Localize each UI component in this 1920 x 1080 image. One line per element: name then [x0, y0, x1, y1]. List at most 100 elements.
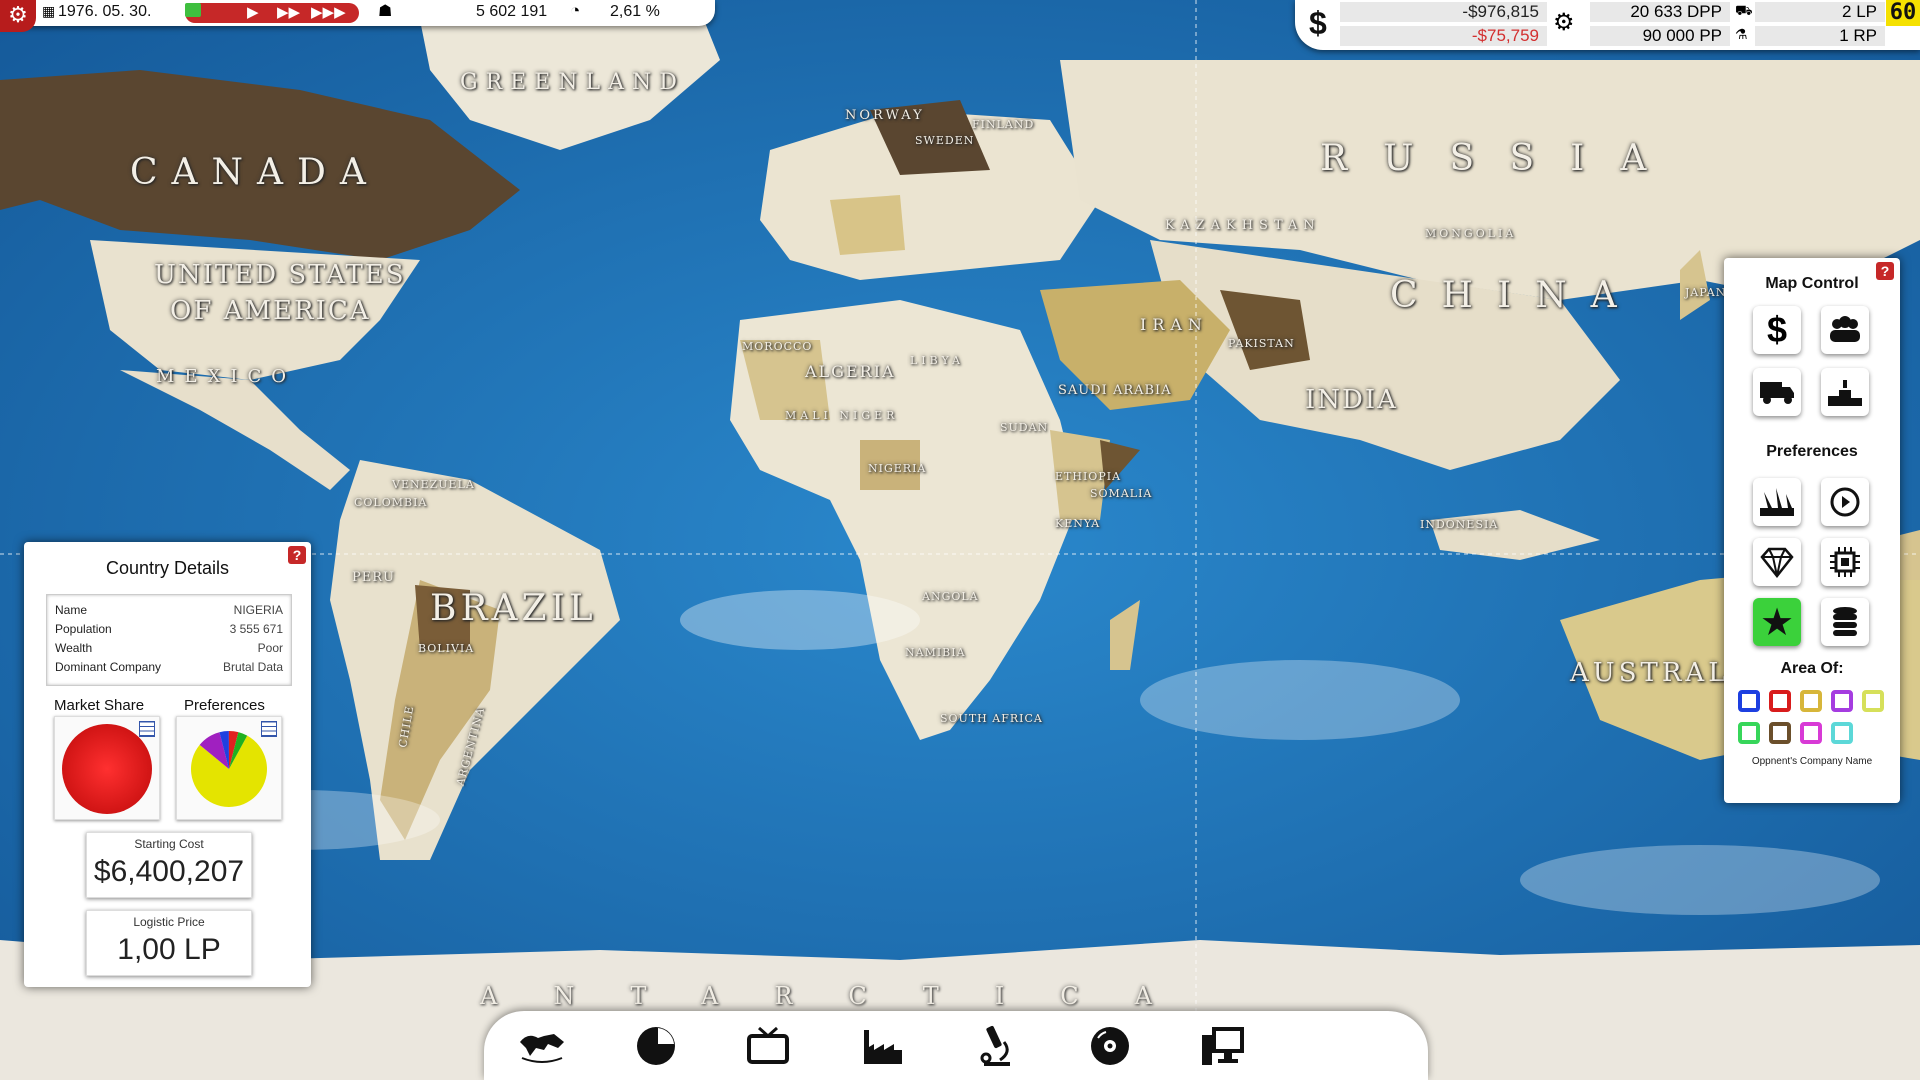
company-swatch[interactable] [1831, 690, 1853, 712]
label-nigeria: NIGERIA [868, 462, 927, 475]
detail-row: Wealth Poor [55, 641, 283, 655]
starting-cost-box: Starting Cost $6,400,207 [86, 832, 252, 898]
market-share-chart[interactable] [54, 716, 160, 820]
bottom-nav-bar [484, 1011, 1428, 1080]
fast-forward-icon[interactable]: ▶▶ [277, 3, 300, 23]
podium-icon [1828, 380, 1862, 406]
company-swatch[interactable] [1800, 690, 1822, 712]
production-button[interactable] [856, 1021, 908, 1071]
tools-pref-button[interactable] [1753, 478, 1801, 526]
market-share-label: Market Share [54, 697, 145, 714]
help-icon[interactable]: ? [288, 546, 306, 564]
details-table: Name NIGERIA Population 3 555 671 Wealth Po… [46, 594, 292, 686]
calendar-icon: ▦ [42, 3, 56, 19]
truck-icon [1760, 382, 1794, 404]
population-stat: 5 602 191 [476, 3, 548, 20]
company-swatch[interactable] [1800, 722, 1822, 744]
fastest-forward-icon[interactable]: ▶▶▶ [311, 3, 346, 23]
pie-chart-icon [637, 1027, 675, 1065]
label-somalia: SOMALIA [1090, 487, 1153, 500]
statistics-button[interactable] [630, 1021, 682, 1071]
releases-button[interactable] [1084, 1021, 1136, 1071]
company-swatch[interactable] [1769, 722, 1791, 744]
label-bolivia: BOLIVIA [418, 642, 475, 655]
world-map-button[interactable] [516, 1021, 568, 1071]
company-swatch[interactable] [1738, 690, 1760, 712]
research-button[interactable] [970, 1021, 1022, 1071]
label-finland: FINLAND [972, 118, 1035, 131]
top-status-bar: ⚙ ▦ 1976. 05. 30. ▶ ▶▶ ▶▶▶ ☗ 5 602 191 ◔… [0, 0, 715, 32]
products-button[interactable] [1196, 1021, 1248, 1071]
globe-icon [520, 1034, 564, 1063]
dollar-map-button[interactable]: $ [1753, 306, 1801, 354]
company-swatch[interactable] [1769, 690, 1791, 712]
preferences-title: Preferences [1766, 443, 1858, 460]
population-icon: ☗ [378, 3, 393, 20]
pause-icon[interactable] [185, 3, 201, 17]
label-angola: ANGOLA [922, 590, 979, 603]
dollar-icon: $ [1309, 5, 1327, 41]
ranking-map-button[interactable] [1821, 368, 1869, 416]
detail-row: Dominant Company Brutal Data [55, 660, 283, 674]
company-swatch[interactable] [1831, 722, 1853, 744]
label-colombia: COLOMBIA [354, 496, 428, 509]
microscope-icon: ⚗ [1735, 26, 1748, 42]
database-icon [1833, 607, 1857, 636]
computer-icon [1202, 1027, 1244, 1065]
label-kenya: KENYA [1055, 517, 1101, 530]
label-sudan: SUDAN [1000, 421, 1049, 434]
label-japan: JAPAN [1685, 286, 1727, 299]
label-peru: PERU [352, 570, 395, 585]
clock-icon: ◔ [570, 1, 581, 20]
logistics-map-button[interactable] [1753, 368, 1801, 416]
label-libya: LIBYA [910, 354, 964, 367]
grid-icon[interactable] [139, 721, 155, 737]
company-swatch[interactable] [1862, 690, 1884, 712]
factory-icon [864, 1030, 902, 1064]
favorite-pref-button[interactable]: ★ [1753, 598, 1801, 646]
population-icon [1830, 316, 1860, 342]
settings-gear-icon[interactable]: ⚙ [0, 0, 36, 32]
dollar-icon: $ [1766, 309, 1788, 350]
storage-pref-button[interactable] [1821, 598, 1869, 646]
label-venezuela: VENEZUELA [392, 478, 475, 491]
star-icon: ★ [1759, 601, 1795, 644]
rp-value: 1 RP [1755, 26, 1885, 46]
preferences-chart[interactable] [176, 716, 282, 820]
balance-value: -$976,815 [1340, 2, 1547, 22]
opponent-label: Oppnent's Company Name [1751, 756, 1873, 767]
company-swatch[interactable] [1738, 722, 1760, 744]
label-iran: IRAN [1140, 315, 1208, 334]
replay-pref-button[interactable] [1821, 478, 1869, 526]
tv-icon [747, 1026, 789, 1064]
speed-control[interactable]: ▶ ▶▶ ▶▶▶ [185, 3, 359, 23]
percent-stat: 2,61 % [610, 3, 660, 20]
label-saudi: SAUDI ARABIA [1058, 383, 1172, 398]
country-details-panel: Country Details ? Name NIGERIA Population… [24, 542, 311, 987]
label-norway: NORWAY [845, 108, 925, 123]
fps-counter: 60 [1886, 0, 1920, 26]
tech-pref-button[interactable] [1821, 538, 1869, 586]
label-mongolia: MONGOLIA [1425, 227, 1517, 240]
label-canada: CANADA [130, 152, 380, 193]
map-control-title: Map Control [1765, 275, 1859, 292]
label-algeria: ALGERIA [805, 362, 896, 381]
change-value: -$75,759 [1340, 26, 1547, 46]
label-namibia: NAMIBIA [905, 646, 966, 659]
logistic-price-value: 1,00 LP [117, 933, 221, 966]
dpp-value: 20 633 DPP [1590, 2, 1730, 22]
starting-cost-value: $6,400,207 [93, 855, 245, 888]
pp-value: 90 000 PP [1590, 26, 1730, 46]
diamond-icon [1760, 547, 1794, 578]
grid-icon[interactable] [261, 721, 277, 737]
logistic-price-box: Logistic Price 1,00 LP [86, 910, 252, 976]
population-map-button[interactable] [1821, 306, 1869, 354]
marketing-button[interactable] [742, 1021, 794, 1071]
game-date: 1976. 05. 30. [58, 3, 152, 20]
label-india: INDIA [1305, 385, 1398, 415]
play-icon[interactable]: ▶ [247, 3, 259, 23]
label-pakistan: PAKISTAN [1228, 337, 1295, 350]
replay-icon [1830, 487, 1860, 517]
quality-pref-button[interactable] [1753, 538, 1801, 586]
label-morocco: MOROCCO [742, 340, 813, 353]
